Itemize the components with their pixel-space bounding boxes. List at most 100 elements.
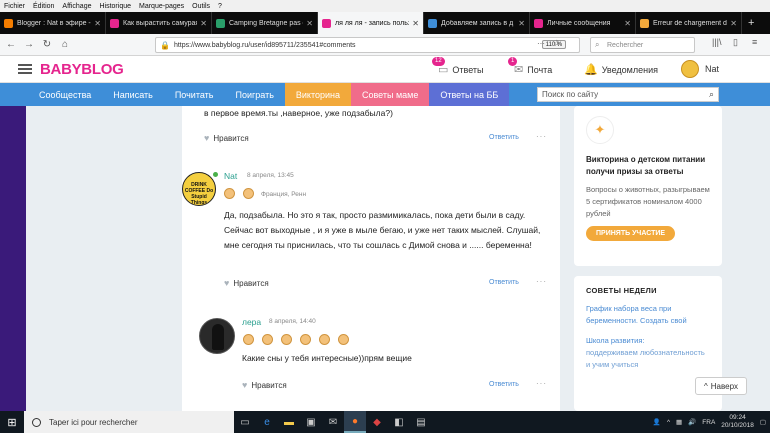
like-button[interactable]: ♥ Нравится: [224, 278, 269, 288]
join-quiz-button[interactable]: ПРИНЯТЬ УЧАСТИЕ: [586, 226, 676, 241]
advice-link-2-title[interactable]: Школа развития:: [586, 335, 710, 347]
nav-answers[interactable]: Ответы на ББ: [429, 83, 510, 106]
browser-search-input[interactable]: ⌕ Rechercher: [590, 37, 695, 53]
app-menu-icon[interactable]: ≡: [752, 37, 757, 47]
app-icon[interactable]: ◆: [366, 411, 388, 433]
like-button[interactable]: ♥ Нравится: [242, 380, 287, 390]
answers-badge: 12: [432, 57, 445, 66]
comment-author[interactable]: Nat: [224, 171, 237, 181]
task-view-icon[interactable]: ▭: [234, 411, 256, 433]
advice-link[interactable]: График набора веса при беременности. Соз…: [586, 303, 710, 327]
quiz-title[interactable]: Викторина о детском питании получи призы…: [586, 154, 710, 178]
reload-icon[interactable]: ↻: [40, 39, 54, 50]
app-icon[interactable]: ▤: [410, 411, 432, 433]
hamburger-menu-icon[interactable]: [18, 64, 32, 74]
reply-link[interactable]: Ответить: [489, 279, 519, 286]
search-icon[interactable]: ⌕: [709, 89, 714, 100]
keyboard-language[interactable]: FRA: [702, 419, 715, 426]
menu-view[interactable]: Affichage: [62, 3, 91, 10]
child-avatar-icon: [243, 188, 254, 199]
url-text[interactable]: https://www.babyblog.ru/user/id895711/23…: [174, 42, 356, 49]
nav-write[interactable]: Написать: [102, 83, 164, 106]
menu-bookmarks[interactable]: Marque-pages: [139, 3, 184, 10]
menu-file[interactable]: Fichier: [4, 3, 25, 10]
volume-icon[interactable]: 🔊: [688, 418, 696, 426]
browser-tab[interactable]: Личные сообщения ✕: [530, 12, 636, 34]
library-icon[interactable]: |||\: [712, 37, 722, 47]
heart-icon: ♥: [204, 133, 210, 143]
avatar[interactable]: DRINK COFFEE Do Stupid Things Faster Wit…: [182, 172, 216, 206]
notifications-link[interactable]: 🔔 Уведомления: [584, 63, 658, 76]
close-icon[interactable]: ✕: [730, 19, 737, 28]
browser-tab[interactable]: Добавляем запись в д ✕: [424, 12, 530, 34]
bookmark-star-icon[interactable]: ☆: [553, 38, 561, 49]
forward-icon[interactable]: →: [22, 39, 36, 50]
browser-tab[interactable]: Erreur de chargement de ✕: [636, 12, 742, 34]
windows-start-icon[interactable]: ⊞: [0, 411, 24, 433]
firefox-icon[interactable]: ●: [344, 411, 366, 433]
tray-chevron-icon[interactable]: ^: [667, 419, 670, 426]
close-icon[interactable]: ✕: [518, 19, 525, 28]
network-icon[interactable]: ▦: [676, 418, 682, 426]
new-tab-icon[interactable]: +: [742, 12, 760, 34]
more-options-icon[interactable]: ···: [536, 379, 547, 388]
people-icon[interactable]: 👤: [653, 418, 661, 426]
close-icon[interactable]: ✕: [94, 19, 101, 28]
reply-link[interactable]: Ответить: [489, 134, 519, 141]
advice-link-2-text[interactable]: поддерживаем любознательность и учим учи…: [586, 347, 710, 371]
menu-bar: Fichier Édition Affichage Historique Mar…: [0, 0, 770, 12]
nav-play[interactable]: Поиграть: [224, 83, 284, 106]
nav-read[interactable]: Почитать: [164, 83, 225, 106]
nav-quiz[interactable]: Викторина: [284, 83, 351, 106]
close-icon[interactable]: ✕: [200, 19, 207, 28]
avatar[interactable]: [199, 318, 235, 354]
file-explorer-icon[interactable]: ▬: [278, 411, 300, 433]
close-icon[interactable]: ✕: [412, 19, 419, 28]
answers-link[interactable]: ▭ 12 Ответы: [432, 57, 484, 76]
comment-date: 8 апреля, 14:40: [269, 318, 316, 325]
more-options-icon[interactable]: ···: [536, 132, 547, 141]
comment-text: в первое время.ты ,наверное, уже подзабы…: [204, 108, 393, 118]
clock[interactable]: 09:24 20/10/2018: [721, 414, 754, 430]
mail-link[interactable]: ✉ 1 Почта: [508, 57, 552, 76]
site-search-input[interactable]: Поиск по сайту ⌕: [537, 87, 719, 102]
notifications-label: Уведомления: [601, 64, 658, 75]
store-icon[interactable]: ▣: [300, 411, 322, 433]
tab-title: Как вырастить самурая: [123, 19, 198, 27]
user-menu[interactable]: Nat: [681, 60, 719, 78]
taskbar-search-input[interactable]: Taper ici pour rechercher: [24, 411, 234, 433]
edge-icon[interactable]: e: [256, 411, 278, 433]
notification-center-icon[interactable]: ▢: [760, 418, 766, 426]
browser-tab[interactable]: Camping Bretagne pas c ✕: [212, 12, 318, 34]
menu-tools[interactable]: Outils: [192, 3, 210, 10]
sidebar-icon[interactable]: ▯: [733, 37, 738, 48]
reply-link[interactable]: Ответить: [489, 381, 519, 388]
child-avatar-icon: [243, 334, 254, 345]
back-to-top-button[interactable]: ^ Наверх: [695, 377, 747, 395]
menu-help[interactable]: ?: [218, 3, 222, 10]
nav-communities[interactable]: Сообщества: [28, 83, 102, 106]
app-icon[interactable]: ◧: [388, 411, 410, 433]
menu-history[interactable]: Historique: [99, 3, 131, 10]
more-options-icon[interactable]: ···: [536, 277, 547, 286]
page-actions-icon[interactable]: ···: [537, 39, 545, 48]
comment-author[interactable]: лера: [242, 317, 261, 327]
user-name: Nat: [705, 64, 720, 74]
mail-app-icon[interactable]: ✉: [322, 411, 344, 433]
browser-tab-active[interactable]: ля ля ля - запись польз ✕: [318, 12, 424, 34]
back-icon[interactable]: ←: [4, 39, 18, 50]
site-logo[interactable]: BABYBLOG: [40, 61, 124, 78]
lock-icon[interactable]: 🔒: [160, 41, 170, 50]
browser-tab[interactable]: Blogger : Nat в эфире - ✕: [0, 12, 106, 34]
like-button[interactable]: ♥ Нравится: [204, 133, 249, 143]
close-icon[interactable]: ✕: [306, 19, 313, 28]
home-icon[interactable]: ⌂: [58, 39, 72, 50]
url-bar[interactable]: 🔒 https://www.babyblog.ru/user/id895711/…: [155, 37, 580, 53]
heart-icon: ♥: [242, 380, 248, 390]
nav-advice[interactable]: Советы маме: [351, 83, 430, 106]
menu-edit[interactable]: Édition: [33, 3, 54, 10]
browser-tab[interactable]: Как вырастить самурая ✕: [106, 12, 212, 34]
tab-title: Добавляем запись в д: [441, 19, 514, 27]
comment-date: 8 апреля, 13:45: [247, 172, 294, 179]
close-icon[interactable]: ✕: [624, 19, 631, 28]
